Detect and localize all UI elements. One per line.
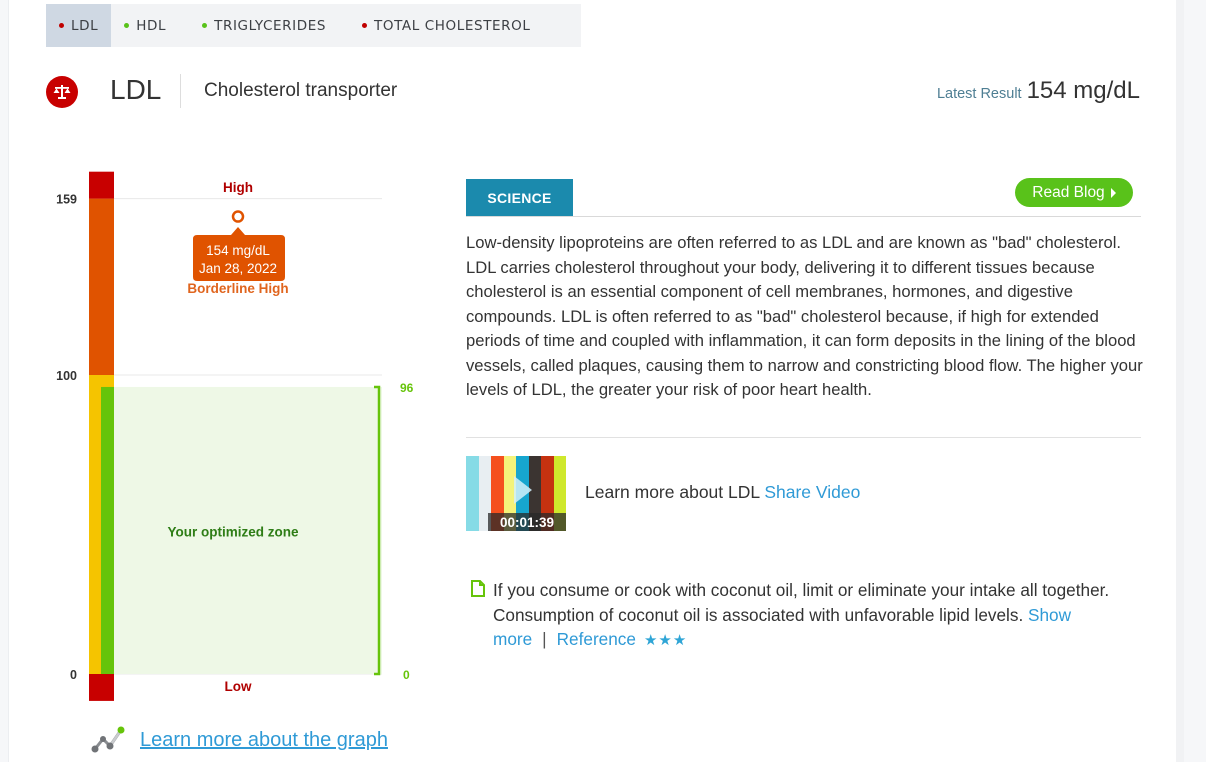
y-tick-label: 0 bbox=[70, 668, 77, 682]
video-duration: 00:01:39 bbox=[488, 513, 566, 531]
section-divider bbox=[466, 216, 1141, 217]
latest-result-label: Latest Result bbox=[936, 86, 1022, 102]
status-dot-icon bbox=[124, 23, 130, 28]
science-description: Low-density lipoproteins are often refer… bbox=[466, 233, 1143, 399]
y-tick-label: 159 bbox=[56, 193, 77, 207]
title-divider bbox=[180, 74, 181, 108]
document-icon bbox=[471, 580, 485, 601]
zone-bar-low bbox=[89, 674, 114, 701]
zone-bar-high bbox=[89, 171, 114, 199]
status-dot-icon bbox=[202, 23, 208, 28]
tooltip-date: Jan 28, 2022 bbox=[199, 261, 277, 276]
marker-title: LDL bbox=[110, 74, 162, 105]
reference-link[interactable]: Reference bbox=[557, 629, 636, 649]
tab-ldl[interactable]: LDL bbox=[46, 4, 112, 47]
star-rating: ★★★ bbox=[643, 632, 688, 649]
learn-graph-link-text[interactable]: Learn more about the graph bbox=[140, 729, 388, 752]
status-dot-icon bbox=[362, 23, 368, 28]
line-graph-icon bbox=[91, 726, 125, 753]
optimized-zone-min-label: 0 bbox=[403, 668, 410, 682]
video-caption: Learn more about LDL Share Video bbox=[585, 482, 860, 503]
zone-label-borderline-high: Borderline High bbox=[187, 281, 288, 296]
y-tick-label: 100 bbox=[56, 369, 77, 383]
optimized-zone-bar bbox=[101, 386, 114, 674]
marker-tabs: LDL HDL TRIGLYCERIDES TOTAL CHOLESTEROL bbox=[46, 4, 581, 47]
share-video-link[interactable]: Share Video bbox=[764, 482, 860, 502]
status-dot-icon bbox=[59, 23, 64, 28]
zone-label-low: Low bbox=[225, 679, 252, 694]
recommendation-body: If you consume or cook with coconut oil,… bbox=[493, 580, 1110, 625]
latest-result-value: 154 mg/dL bbox=[1026, 77, 1140, 104]
video-thumbnail[interactable]: 00:01:39 bbox=[466, 456, 566, 531]
latest-result: Latest Result 154 mg/dL bbox=[937, 77, 1140, 105]
zone-label-high: High bbox=[223, 180, 253, 195]
tooltip-value: 154 mg/dL bbox=[206, 243, 270, 258]
learn-graph-link[interactable]: Learn more about the graph bbox=[90, 724, 388, 756]
tab-label: TOTAL CHOLESTEROL bbox=[374, 17, 531, 34]
tab-label: TRIGLYCERIDES bbox=[214, 17, 327, 34]
caret-right-icon bbox=[1110, 187, 1116, 198]
zone-bar-borderline-high bbox=[89, 198, 114, 375]
tab-triglycerides[interactable]: TRIGLYCERIDES bbox=[179, 4, 339, 47]
section-divider bbox=[466, 437, 1141, 438]
video-caption-text: Learn more about LDL bbox=[585, 482, 760, 502]
optimized-zone-label: Your optimized zone bbox=[168, 524, 299, 539]
recommendation-text: If you consume or cook with coconut oil,… bbox=[493, 578, 1113, 654]
scrollbar-track[interactable] bbox=[1176, 0, 1184, 762]
tab-label: HDL bbox=[136, 17, 167, 34]
read-blog-label: Read Blog bbox=[1032, 183, 1105, 201]
tab-science[interactable]: SCIENCE bbox=[466, 179, 573, 216]
range-chart: 96 0 Your optimized zone 0 100 159 High Low Bord… bbox=[56, 171, 414, 701]
optimized-zone-max-label: 96 bbox=[400, 381, 414, 395]
read-blog-button[interactable]: Read Blog bbox=[1015, 178, 1133, 207]
marker-subtitle: Cholesterol transporter bbox=[204, 80, 398, 101]
video-stripe bbox=[466, 456, 479, 531]
link-separator: | bbox=[542, 629, 547, 649]
tab-label: LDL bbox=[71, 17, 99, 34]
tab-total-cholesterol[interactable]: TOTAL CHOLESTEROL bbox=[339, 4, 543, 47]
play-icon bbox=[514, 476, 532, 504]
data-point bbox=[231, 210, 245, 223]
tab-hdl[interactable]: HDL bbox=[111, 4, 179, 47]
scale-balance-icon bbox=[46, 76, 78, 108]
